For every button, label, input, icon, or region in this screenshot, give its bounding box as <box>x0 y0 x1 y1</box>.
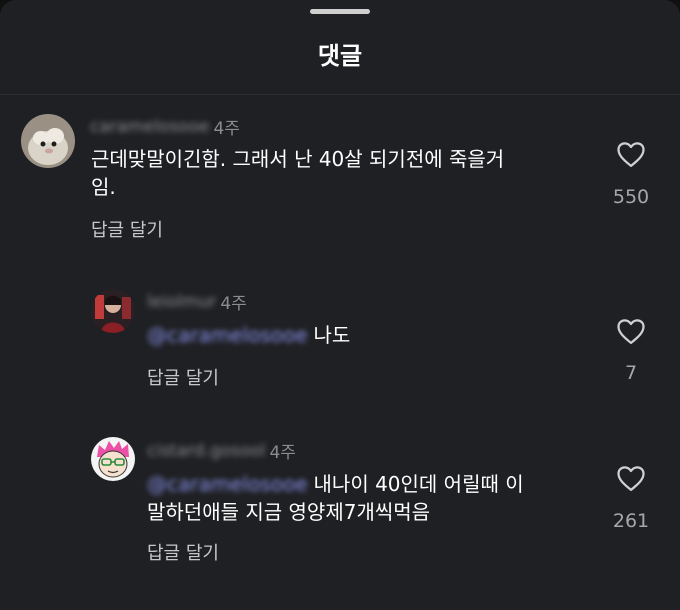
avatar[interactable] <box>91 289 135 333</box>
mention-link[interactable]: @caramelosooe <box>147 470 308 498</box>
like-button[interactable] <box>601 317 661 345</box>
mention-link[interactable]: @caramelosooe <box>147 321 308 349</box>
timestamp: 4주 <box>213 119 240 139</box>
username[interactable]: caramelosooe <box>90 117 209 137</box>
like-count: 261 <box>612 510 650 532</box>
comment-meta: cistard.gosool 4주 <box>147 438 296 464</box>
like-count: 7 <box>624 362 638 384</box>
avatar[interactable] <box>91 437 135 481</box>
username[interactable]: cistard.gosool <box>147 441 265 461</box>
like-count: 550 <box>612 186 650 208</box>
like-button[interactable] <box>601 464 661 492</box>
timestamp: 4주 <box>220 294 247 314</box>
comment-body: 나도 <box>313 323 351 347</box>
avatar[interactable] <box>21 114 75 168</box>
comment-meta: leiolmur 4주 <box>147 289 247 315</box>
header-divider <box>0 94 680 95</box>
heart-outline-icon <box>617 319 645 344</box>
username[interactable]: leiolmur <box>147 292 216 312</box>
heart-outline-icon <box>617 466 645 491</box>
comments-sheet: 댓글 caramelosooe 4주 근데맞말이긴함. 그래서 난 40살 되기… <box>0 0 680 610</box>
comment-text: @caramelosooe 나도 <box>147 321 350 349</box>
reply-button[interactable]: 답글 달기 <box>91 216 163 242</box>
comment-text: @caramelosooe 내나이 40인데 어릴때 이 말하던애들 지금 영양제… <box>147 470 524 526</box>
sheet-title: 댓글 <box>317 42 363 70</box>
comment-text: 근데맞말이긴함. 그래서 난 40살 되기전에 죽을거 임. <box>91 147 505 199</box>
reply-button[interactable]: 답글 달기 <box>147 364 219 390</box>
like-button[interactable] <box>601 140 661 168</box>
heart-outline-icon <box>617 142 645 167</box>
comment-meta: caramelosooe 4주 <box>90 114 240 140</box>
timestamp: 4주 <box>269 443 296 463</box>
drag-handle[interactable] <box>310 9 370 14</box>
reply-button[interactable]: 답글 달기 <box>147 539 219 565</box>
